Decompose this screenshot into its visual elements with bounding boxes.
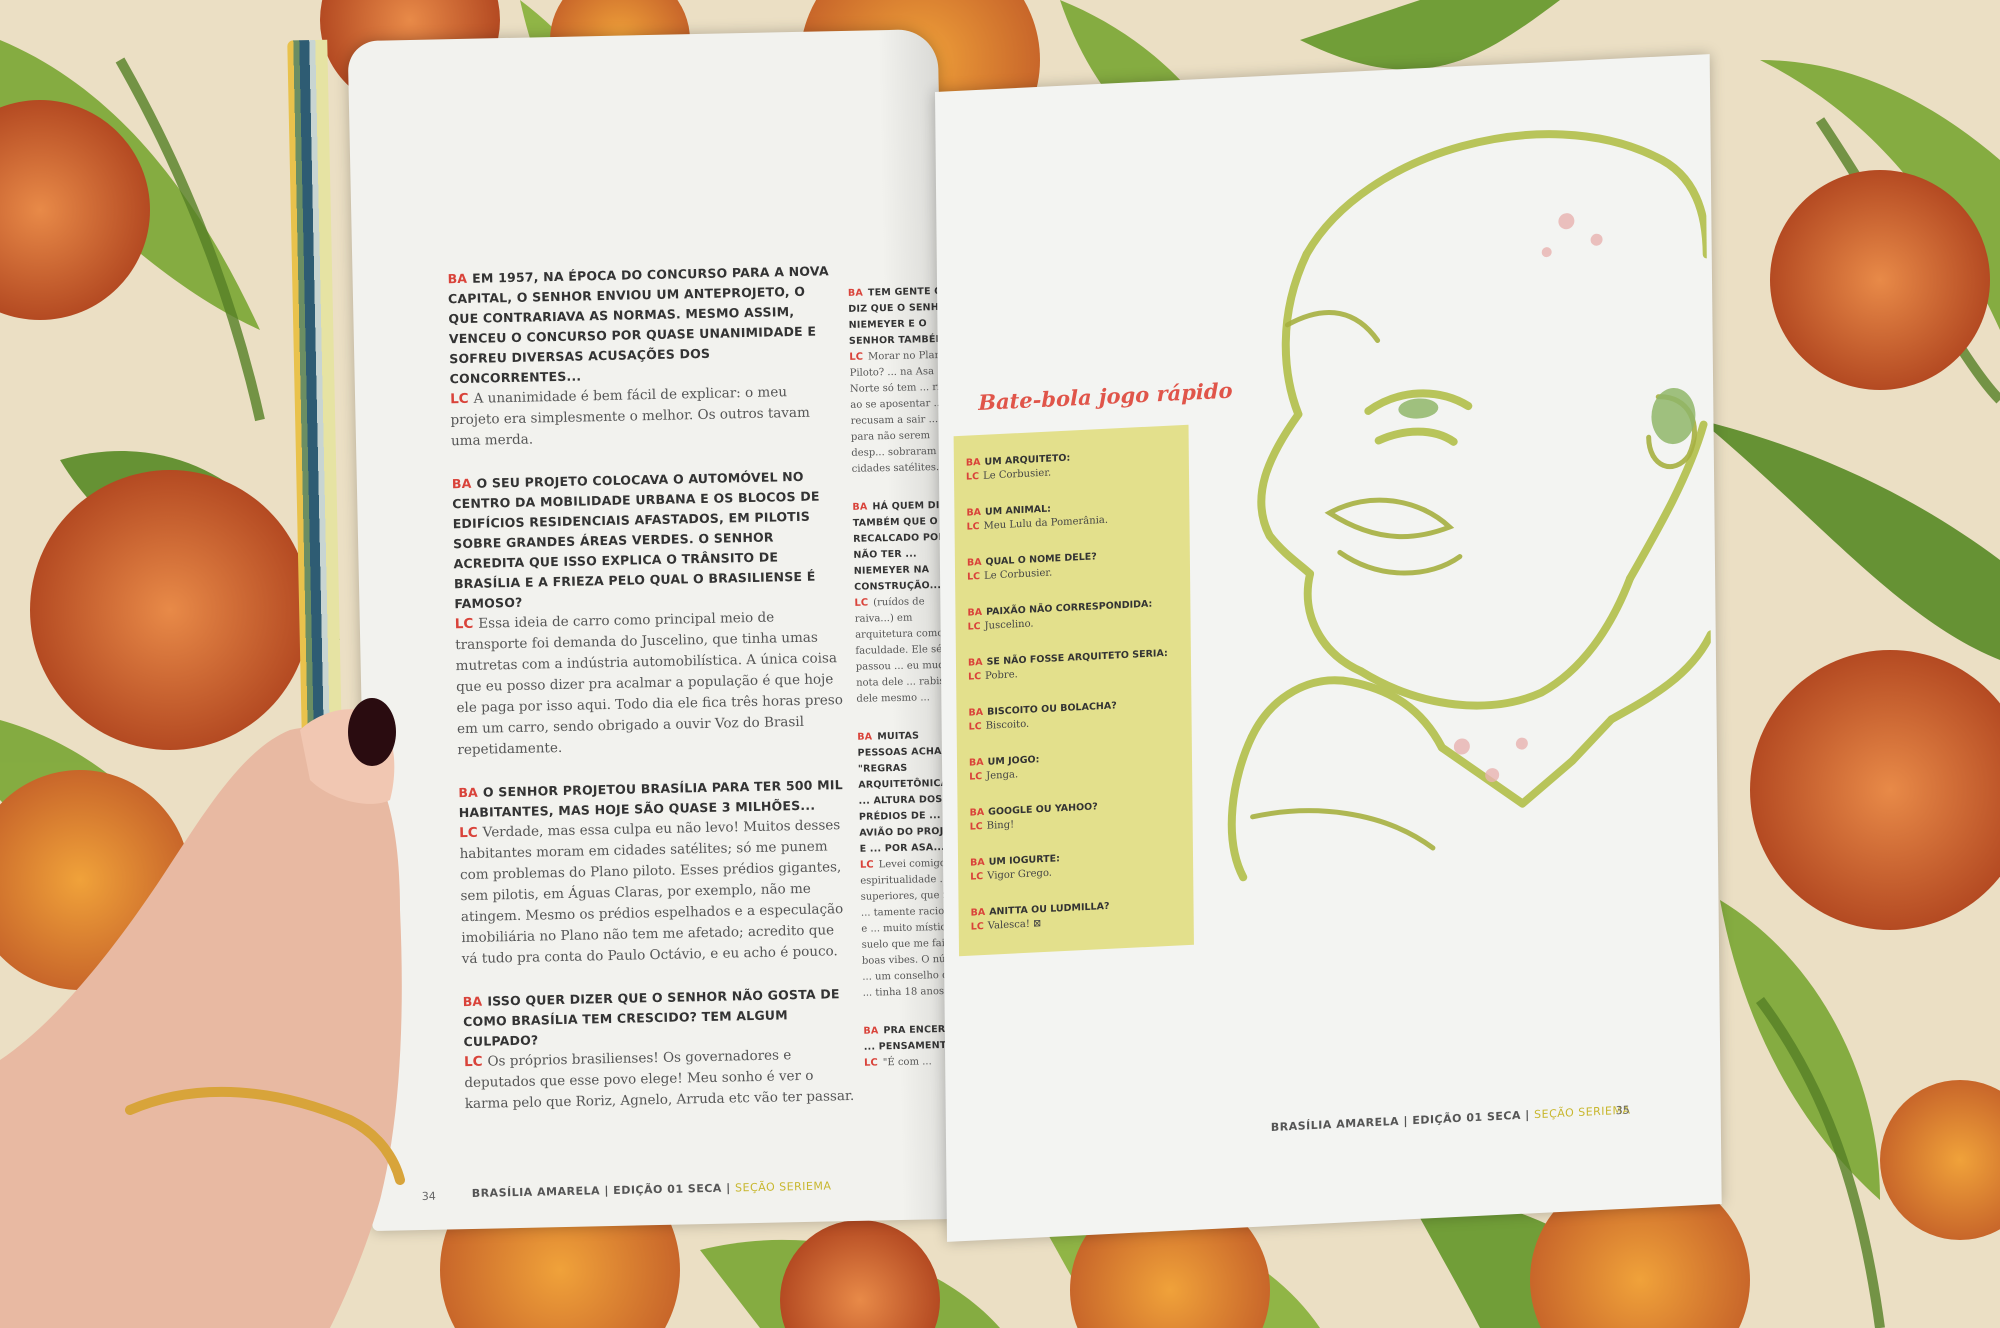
quickfire-answer: Bing!	[986, 819, 1015, 832]
tag-ba: BA	[968, 706, 984, 719]
quickfire-item: BA UM IOGURTE: LC Vigor Grego.	[970, 853, 1060, 882]
painted-fingernail	[348, 698, 396, 766]
quickfire-box: BA UM ARQUITETO: LC Le Corbusier. BA UM ANI…	[953, 424, 1194, 957]
quickfire-answer: Le Corbusier.	[984, 567, 1053, 582]
tag-lc: LC	[864, 1057, 878, 1069]
question-text: EM 1957, NA ÉPOCA DO CONCURSO PARA A NOV…	[447, 263, 829, 387]
quickfire-item: BA ANITTA OU LUDMILLA? LC Valesca! ⊠	[971, 901, 1110, 933]
quickfire-question: UM JOGO:	[987, 754, 1040, 768]
question-text: O SENHOR PROJETOU BRASÍLIA PARA TER 500 …	[458, 777, 843, 821]
answer-text: A unanimidade é bem fácil de explicar: o…	[450, 384, 810, 450]
quickfire-item: BA BISCOITO OU BOLACHA? LC Biscoito.	[968, 700, 1116, 732]
quickfire-item: BA UM ARQUITETO: LC Le Corbusier.	[966, 453, 1071, 483]
tag-lc: LC	[965, 471, 980, 483]
tag-ba: BA	[967, 606, 983, 619]
tag-ba: BA	[462, 993, 483, 1010]
tag-lc: LC	[859, 859, 874, 871]
quickfire-answer: Jenga.	[986, 769, 1019, 782]
tag-lc: LC	[970, 920, 984, 933]
tag-ba: BA	[863, 1025, 879, 1037]
tag-ba: BA	[857, 731, 873, 743]
interview-column-1: BA EM 1957, NA ÉPOCA DO CONCURSO PARA A N…	[447, 261, 855, 1137]
footer-edition: EDIÇÃO 01 SECA	[1412, 1108, 1521, 1128]
tag-lc: LC	[854, 597, 869, 609]
tag-lc: LC	[454, 615, 474, 633]
tag-lc: LC	[463, 1053, 483, 1071]
qa-block: BA EM 1957, NA ÉPOCA DO CONCURSO PARA A N…	[447, 261, 841, 452]
quickfire-item: BA SE NÃO FOSSE ARQUITETO SERIA: LC Pobre.	[968, 648, 1168, 683]
footer-edition: EDIÇÃO 01 SECA	[613, 1181, 723, 1197]
tag-ba: BA	[852, 501, 868, 513]
tag-ba: BA	[965, 456, 981, 469]
quickfire-answer: Biscoito.	[985, 718, 1030, 732]
answer-text: Essa ideia de carro como principal meio …	[455, 609, 844, 759]
answer-text: Verdade, mas essa culpa eu não levo! Mui…	[459, 817, 844, 968]
footer-right: BRASÍLIA AMARELA | EDIÇÃO 01 SECA | SEÇÃ…	[1270, 1103, 1631, 1135]
quickfire-question: UM ARQUITETO:	[984, 452, 1071, 468]
tag-lc: LC	[969, 821, 983, 833]
footer-magazine: BRASÍLIA AMARELA	[1270, 1114, 1400, 1135]
tag-ba: BA	[970, 856, 985, 869]
tag-lc: LC	[967, 571, 981, 583]
quickfire-answer: Valesca! ⊠	[987, 918, 1042, 932]
tag-ba: BA	[970, 906, 986, 919]
quickfire-item: BA PAIXÃO NÃO CORRESPONDIDA: LC Juscelino.	[967, 599, 1152, 633]
tag-ba: BA	[458, 784, 479, 801]
qa-block: BA O SEU PROJETO COLOCAVA O AUTOMÓVEL NO …	[452, 466, 848, 761]
tag-lc: LC	[449, 390, 469, 408]
quickfire-answer: Meu Lulu da Pomerânia.	[983, 514, 1109, 532]
tag-lc: LC	[970, 871, 984, 883]
quickfire-item: BA QUAL O NOME DELE? LC Le Corbusier.	[967, 551, 1097, 582]
quickfire-answer: Le Corbusier.	[983, 467, 1052, 482]
photo-scene: BA EM 1957, NA ÉPOCA DO CONCURSO PARA A N…	[0, 0, 2000, 1328]
quickfire-item: BA UM JOGO: LC Jenga.	[969, 754, 1040, 782]
page-number-right: 35	[1615, 1103, 1630, 1118]
tag-lc: LC	[966, 521, 980, 533]
quickfire-question: UM ANIMAL:	[984, 503, 1052, 518]
quickfire-answer: Pobre.	[985, 669, 1018, 682]
tag-lc: LC	[968, 671, 982, 683]
tag-lc: LC	[967, 621, 981, 633]
tag-ba: BA	[968, 756, 984, 769]
tag-lc: LC	[459, 824, 478, 842]
quickfire-answer: Juscelino.	[984, 618, 1034, 632]
quickfire-question: UM IOGURTE:	[988, 853, 1060, 868]
tag-ba: BA	[847, 287, 864, 299]
qa-block: BA O SENHOR PROJETOU BRASÍLIA PARA TER 50…	[458, 775, 852, 970]
footer-section: SEÇÃO SERIEMA	[734, 1179, 832, 1195]
tag-ba: BA	[967, 656, 983, 669]
hand-holding-magazine	[0, 698, 405, 1328]
answer-text: Os próprios brasilienses! Os governadore…	[464, 1047, 855, 1113]
qa-block: BA ISSO QUER DIZER QUE O SENHOR NÃO GOSTA…	[463, 984, 855, 1115]
footer-left: BRASÍLIA AMARELA | EDIÇÃO 01 SECA | SEÇÃ…	[471, 1179, 832, 1200]
tag-ba: BA	[966, 556, 982, 569]
tag-ba: BA	[447, 270, 468, 287]
portrait-sketch-illustration	[1227, 130, 1714, 882]
answer-text: "É com ...	[882, 1056, 932, 1069]
tag-lc: LC	[849, 351, 864, 363]
tag-ba: BA	[451, 475, 472, 492]
tag-lc: LC	[968, 721, 982, 733]
question-text: ISSO QUER DIZER QUE O SENHOR NÃO GOSTA D…	[463, 986, 840, 1050]
right-page: Bate-bola jogo rápido BA UM ARQUITETO: LC…	[935, 54, 1722, 1242]
quickfire-answer: Vigor Grego.	[987, 867, 1053, 882]
tag-ba: BA	[966, 506, 982, 519]
tag-lc: LC	[969, 771, 983, 783]
question-text: O SEU PROJETO COLOCAVA O AUTOMÓVEL NO CE…	[452, 468, 820, 612]
footer-magazine: BRASÍLIA AMARELA	[471, 1184, 601, 1200]
quickfire-item: BA GOOGLE OU YAHOO? LC Bing!	[969, 801, 1097, 832]
tag-ba: BA	[969, 806, 985, 819]
quickfire-item: BA UM ANIMAL: LC Meu Lulu da Pomerânia.	[966, 501, 1108, 533]
